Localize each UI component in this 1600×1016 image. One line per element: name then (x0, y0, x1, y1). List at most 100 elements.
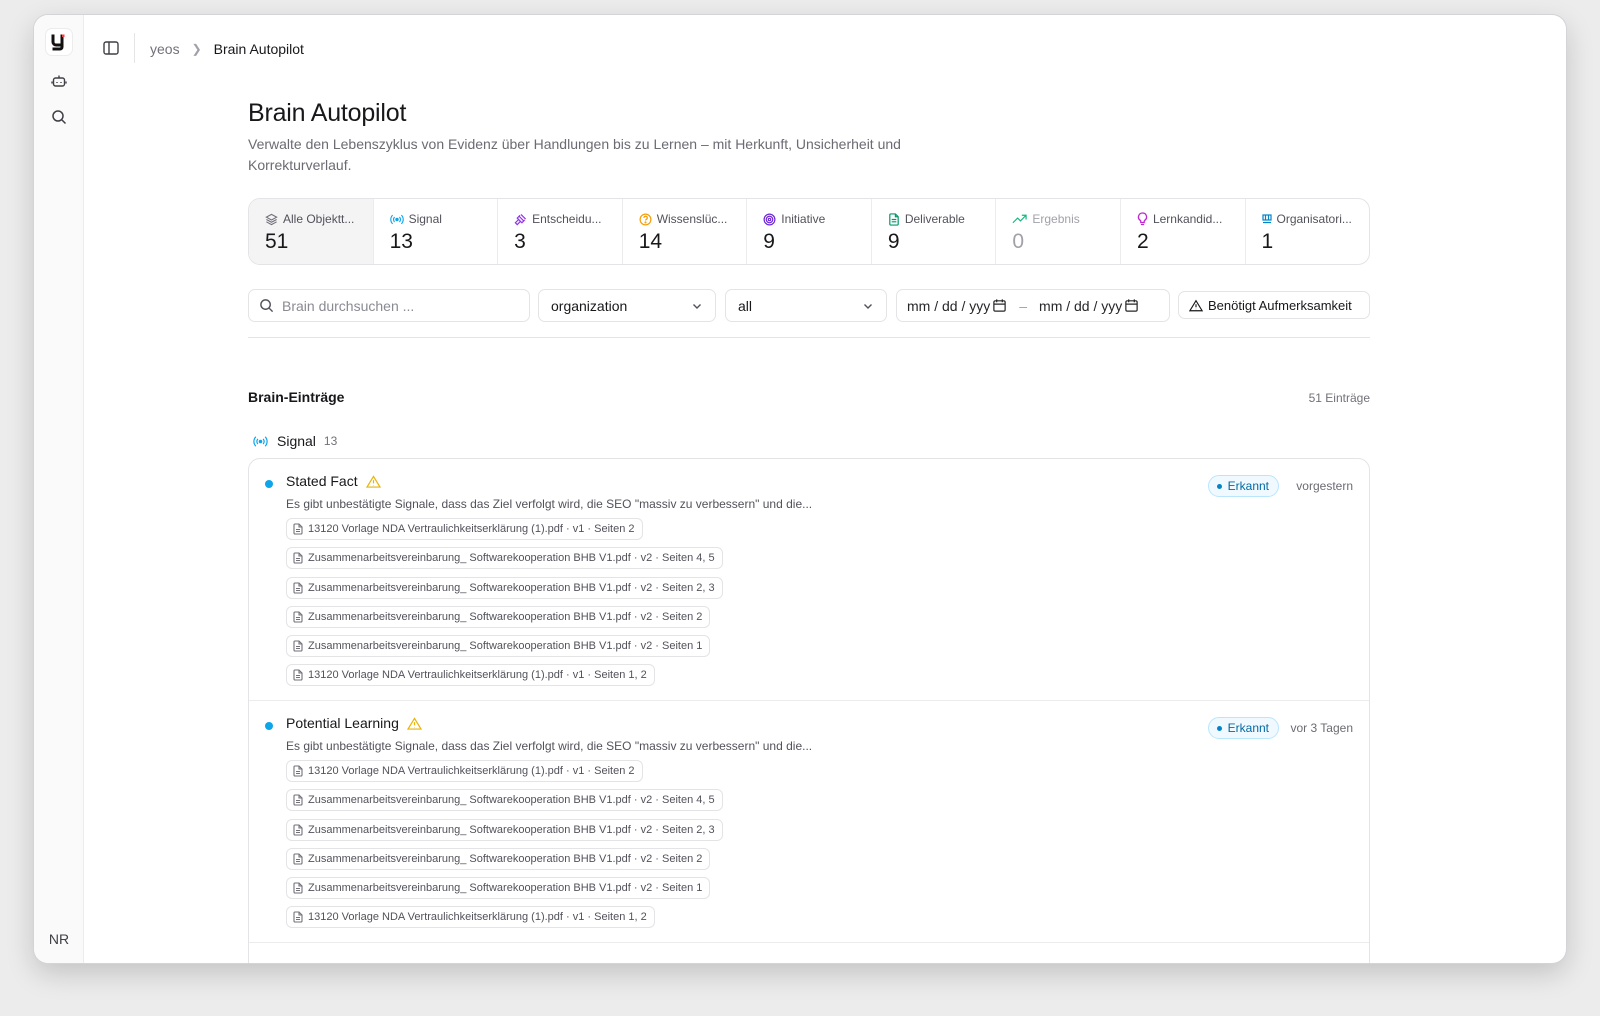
stat-learning[interactable]: Lernkandid... 2 (1121, 199, 1246, 264)
app-logo[interactable] (46, 29, 72, 55)
entry-title-text: Stated Fact (286, 473, 358, 489)
stat-label: Entscheidu... (532, 212, 602, 226)
source-chip[interactable]: Zusammenarbeitsvereinbarung_ Softwarekoo… (286, 635, 711, 658)
source-chip-label: 13120 Vorlage NDA Vertraulichkeitserklär… (308, 669, 647, 682)
date-to-input[interactable]: mm / dd / yyy (1039, 298, 1122, 314)
source-chip-label: 13120 Vorlage NDA Vertraulichkeitserklär… (308, 765, 635, 777)
file-icon (293, 552, 303, 564)
chevron-down-icon (693, 303, 701, 309)
stat-label: Wissenslüc... (656, 212, 728, 226)
breadcrumb-root[interactable]: yeos (150, 41, 180, 57)
file-icon (293, 794, 303, 806)
topbar-divider (134, 33, 135, 63)
entries-list: Stated Fact Es gibt unbestätigte Signale… (248, 458, 1370, 963)
sidebar-toggle-icon[interactable] (102, 39, 122, 59)
source-chip-label: Zusammenarbeitsvereinbarung_ Softwarekoo… (308, 552, 715, 565)
entry-description: Es gibt unbestätigte Signale, dass das Z… (286, 739, 813, 753)
source-chip[interactable]: 13120 Vorlage NDA Vertraulichkeitserklär… (286, 760, 643, 782)
stat-organization[interactable]: Organisatori... 1 (1246, 199, 1370, 264)
entry-title: Potential Learning (286, 715, 422, 731)
source-chip-label: Zusammenarbeitsvereinbarung_ Softwarekoo… (308, 852, 703, 865)
file-icon (293, 911, 303, 924)
icon-rail: NR (34, 15, 84, 963)
org-icon (1261, 214, 1272, 224)
stat-label: Lernkandid... (1152, 212, 1223, 226)
chevron-right-icon: ❯ (191, 42, 202, 56)
calendar-icon[interactable] (992, 298, 1007, 313)
source-chip[interactable]: Zusammenarbeitsvereinbarung_ Softwarekoo… (286, 789, 723, 812)
calendar-icon[interactable] (1124, 298, 1139, 313)
search-icon[interactable] (49, 107, 69, 127)
stat-value: 9 (763, 230, 775, 253)
group-header-signal[interactable]: Signal 13 (252, 433, 337, 449)
search-input[interactable]: Brain durchsuchen ... (248, 289, 530, 322)
help-circle-icon (639, 213, 652, 225)
date-from-input[interactable]: mm / dd / yyy (907, 298, 990, 314)
source-chip[interactable]: Zusammenarbeitsvereinbarung_ Softwarekoo… (286, 877, 711, 900)
stat-value: 0 (1012, 230, 1025, 253)
file-icon (293, 882, 303, 894)
stat-decision[interactable]: Entscheidu... 3 (498, 199, 623, 264)
status-badge: Erkannt (1207, 717, 1279, 739)
bot-icon[interactable] (49, 71, 69, 91)
file-icon (293, 824, 303, 836)
warning-icon (365, 474, 381, 488)
group-label: Signal (277, 433, 316, 449)
user-avatar[interactable]: NR (44, 927, 74, 951)
breadcrumb-current: Brain Autopilot (213, 41, 304, 57)
entry-description: Es gibt unbestätigte Signale, dass das Z… (286, 497, 813, 511)
stat-knowledge-gap[interactable]: Wissenslüc... 14 (623, 199, 748, 264)
scope-select[interactable]: organization (538, 289, 716, 322)
stats-bar: Alle Objektt... 51 Signal 13 Entscheidu.… (248, 198, 1370, 265)
source-chip-label: Zusammenarbeitsvereinbarung_ Softwarekoo… (308, 794, 715, 807)
list-item[interactable]: Potential Learning Es gibt unbestätigte … (249, 701, 1369, 943)
file-icon (293, 582, 303, 594)
signal-icon (389, 214, 404, 224)
source-chip[interactable]: Zusammenarbeitsvereinbarung_ Softwarekoo… (286, 547, 723, 570)
attention-filter-button[interactable]: Benötigt Aufmerksamkeit (1178, 291, 1370, 319)
stat-deliverable[interactable]: Deliverable 9 (872, 199, 997, 264)
file-text-icon (889, 212, 899, 226)
logo-icon (51, 34, 65, 51)
status-select[interactable]: all (725, 289, 887, 322)
list-item[interactable]: Stated Fact Es gibt unbestätigte Signale… (249, 459, 1369, 701)
page-title: Brain Autopilot (248, 99, 407, 127)
stat-all[interactable]: Alle Objektt... 51 (249, 199, 374, 264)
file-icon (293, 523, 303, 535)
source-chip[interactable]: 13120 Vorlage NDA Vertraulichkeitserklär… (286, 664, 655, 687)
stat-label: Deliverable (904, 212, 965, 226)
status-badge: Erkannt (1207, 475, 1279, 497)
stat-label: Ergebnis (1032, 212, 1080, 226)
source-chip[interactable]: 13120 Vorlage NDA Vertraulichkeitserklär… (286, 518, 643, 540)
source-chip[interactable]: Zusammenarbeitsvereinbarung_ Softwarekoo… (286, 847, 711, 870)
stat-value: 14 (638, 230, 663, 253)
source-chips: 13120 Vorlage NDA Vertraulichkeitserklär… (286, 518, 723, 694)
stat-label: Alle Objektt... (283, 212, 355, 226)
stat-initiative[interactable]: Initiative 9 (747, 199, 872, 264)
entry-timestamp: vor 3 Tagen (1290, 721, 1354, 735)
lightbulb-icon (1137, 212, 1148, 226)
top-bar: yeos ❯ Brain Autopilot (84, 15, 1566, 81)
entry-timestamp: vorgestern (1296, 479, 1353, 493)
search-icon (260, 299, 274, 313)
file-icon (293, 853, 303, 865)
stat-result[interactable]: Ergebnis 0 (996, 199, 1121, 264)
page-subtitle: Verwalte den Lebenszyklus von Evidenz üb… (248, 136, 901, 173)
source-chip[interactable]: Zusammenarbeitsvereinbarung_ Softwarekoo… (286, 818, 723, 841)
scope-value: organization (551, 297, 628, 314)
stat-value: 13 (389, 230, 413, 253)
entry-title-text: Potential Learning (286, 715, 399, 731)
source-chip[interactable]: Zusammenarbeitsvereinbarung_ Softwarekoo… (286, 576, 723, 599)
group-count: 13 (323, 434, 338, 448)
source-chip[interactable]: Zusammenarbeitsvereinbarung_ Softwarekoo… (286, 605, 711, 628)
stat-value: 51 (265, 230, 289, 253)
gavel-icon (514, 213, 527, 225)
status-dot (265, 480, 273, 488)
signal-icon (253, 435, 268, 447)
stat-value: 1 (1261, 230, 1274, 253)
source-chip[interactable]: 13120 Vorlage NDA Vertraulichkeitserklär… (286, 906, 655, 929)
stat-label: Organisatori... (1276, 212, 1352, 226)
stat-signal[interactable]: Signal 13 (374, 199, 499, 264)
file-icon (293, 611, 303, 623)
layers-icon (265, 213, 278, 225)
